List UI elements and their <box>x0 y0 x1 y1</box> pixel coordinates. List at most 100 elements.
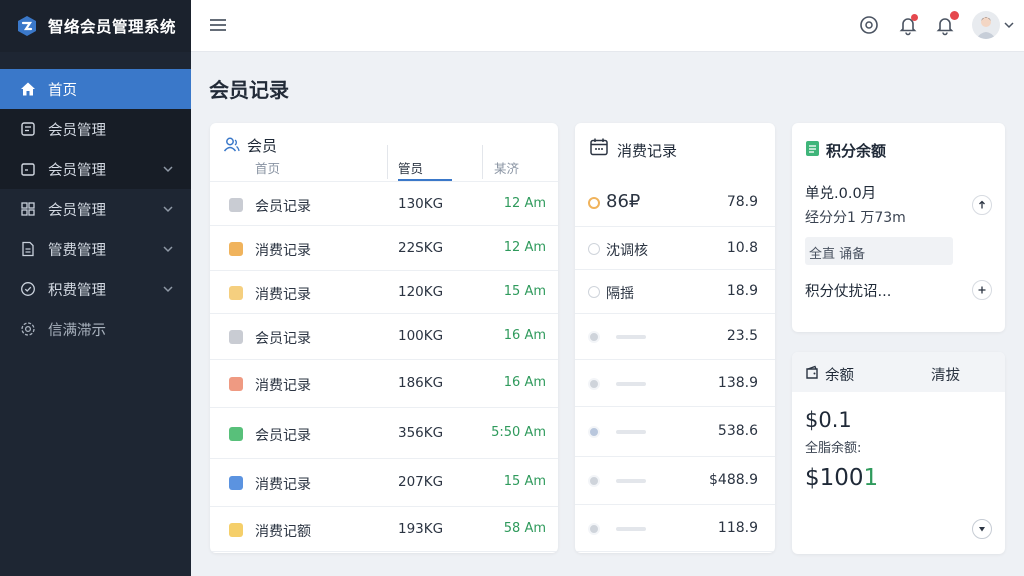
consumption-card: 消费记录 86₽ 78.9 沈调核 10.8 隔揺 18.9 23.5 138.9 538.6 $… <box>575 123 775 553</box>
list-item[interactable]: 538.6 <box>575 406 775 456</box>
balance-card: 余额 清拔 $0.1 全脂余额: $1001 <box>792 352 1005 554</box>
points-add-button[interactable] <box>972 280 992 300</box>
member-time: 58 Am <box>503 521 546 536</box>
radio-indicator[interactable] <box>588 426 600 438</box>
document-icon <box>19 241 36 258</box>
status-color-chip <box>229 523 243 537</box>
points-input[interactable]: 全直 诵备 <box>805 237 953 265</box>
balance-card-title: 余额 <box>825 368 854 384</box>
radio-indicator[interactable] <box>588 378 600 390</box>
radio-indicator[interactable] <box>588 523 600 535</box>
table-row[interactable]: 消费记额 193KG 58 Am <box>210 506 558 551</box>
list-item[interactable]: 23.5 <box>575 313 775 359</box>
sidebar-item-label: 管费管理 <box>48 242 106 259</box>
radio-indicator[interactable] <box>588 286 600 298</box>
table-row[interactable]: 会员记录 100KG 16 Am <box>210 313 558 359</box>
calendar-icon <box>19 161 36 178</box>
balance-card-header: 余额 清拔 <box>792 352 1005 392</box>
sidebar-item-label: 会员管理 <box>48 122 106 139</box>
id-card-icon <box>19 121 36 138</box>
placeholder-bar <box>616 335 646 339</box>
sidebar-item-member-management-3[interactable]: 会员管理 <box>0 189 191 229</box>
table-row[interactable]: 会员记录 356KG 5:50 Am <box>210 407 558 458</box>
sidebar-item-member-management[interactable]: 会员管理 <box>0 109 191 149</box>
radio-indicator[interactable] <box>588 243 600 255</box>
avatar[interactable] <box>972 11 1000 39</box>
members-card-header: 会员 首页 管员 某济 <box>210 123 558 181</box>
column-header[interactable]: 首页 <box>255 158 280 177</box>
hamburger-menu-icon[interactable] <box>209 16 227 34</box>
radio-indicator[interactable] <box>588 197 600 209</box>
list-item[interactable]: 138.9 <box>575 359 775 406</box>
sidebar-item-member-management-2[interactable]: 会员管理 <box>0 149 191 189</box>
sidebar-item-label: 会员管理 <box>48 202 106 219</box>
chevron-down-icon <box>163 166 173 173</box>
table-row[interactable]: 消费记录 207KG 15 Am <box>210 458 558 506</box>
status-color-chip <box>229 427 243 441</box>
status-color-chip <box>229 476 243 490</box>
members-card: 会员 首页 管员 某济 会员记录 130KG 12 Am 消费记录 22SKG 12 Am… <box>210 123 558 553</box>
alert-badge <box>950 11 959 20</box>
member-time: 12 Am <box>503 196 546 211</box>
member-grid-icon <box>19 201 36 218</box>
list-item[interactable]: 118.9 <box>575 504 775 551</box>
consumption-amount: 10.8 <box>726 240 758 256</box>
chevron-down-icon <box>163 206 173 213</box>
list-item[interactable]: 隔揺 18.9 <box>575 269 775 313</box>
points-card: 积分余额 单兑.0.0月 经分分1 万73m 全直 诵备 积分仗扰诏... <box>792 123 1005 332</box>
member-weight: 120KG <box>398 284 444 300</box>
table-row[interactable]: 消费记录 186KG 16 Am <box>210 359 558 407</box>
list-item[interactable]: 33.0 <box>575 551 775 553</box>
list-item[interactable]: $488.9 <box>575 456 775 504</box>
user-icon <box>223 137 240 152</box>
points-total-text: 经分分1 万73m <box>805 210 906 226</box>
brand[interactable]: 智络会员管理系统 <box>0 0 191 52</box>
consumption-label: 沈调核 <box>606 243 648 259</box>
member-weight: 193KG <box>398 521 444 537</box>
member-time: 5:50 Am <box>491 425 546 440</box>
points-exchange-text: 单兑.0.0月 <box>805 186 877 202</box>
wallet-icon <box>806 365 818 379</box>
column-header[interactable]: 某济 <box>494 158 519 177</box>
member-weight: 186KG <box>398 375 444 391</box>
consumption-amount: 138.9 <box>717 375 758 391</box>
radio-indicator[interactable] <box>588 331 600 343</box>
table-row[interactable]: 消费记录 22SKG 12 Am <box>210 225 558 270</box>
balance-label: 全脂余额: <box>805 441 862 456</box>
member-weight: 207KG <box>398 474 444 490</box>
member-weight: 130KG <box>398 196 444 212</box>
total-balance-value: $1001 <box>805 465 878 491</box>
table-row[interactable]: 消费记录 120KG 15 Am <box>210 270 558 313</box>
balance-value: $0.1 <box>805 408 852 432</box>
members-card-title: 会员 <box>247 137 278 155</box>
table-row[interactable]: 会员记录 130KG 12 Am <box>210 181 558 227</box>
sidebar-item-settings[interactable]: 信满滞示 <box>0 309 191 349</box>
notification-badge <box>911 14 918 21</box>
column-header[interactable]: 管员 <box>398 158 423 177</box>
chevron-down-icon <box>163 246 173 253</box>
sidebar-item-fee-management[interactable]: 管费管理 <box>0 229 191 269</box>
member-time: 16 Am <box>503 375 546 390</box>
radio-indicator[interactable] <box>588 475 600 487</box>
sidebar-item-points-management[interactable]: 积费管理 <box>0 269 191 309</box>
consumption-amount: 23.5 <box>726 328 758 344</box>
member-time: 16 Am <box>503 328 546 343</box>
chevron-down-icon[interactable] <box>1003 19 1015 31</box>
logo-icon <box>18 16 36 36</box>
home-icon <box>19 81 36 98</box>
triangle-down-icon <box>979 527 985 532</box>
consumption-label: 86₽ <box>606 191 641 212</box>
balance-action-link[interactable]: 清拔 <box>931 364 960 385</box>
list-item[interactable]: 86₽ 78.9 <box>575 180 775 226</box>
help-icon[interactable] <box>858 14 880 36</box>
placeholder-bar <box>616 527 646 531</box>
points-note-text: 积分仗扰诏... <box>805 284 892 300</box>
balance-dropdown-button[interactable] <box>972 519 992 539</box>
member-time: 15 Am <box>503 474 546 489</box>
member-name: 消费记额 <box>255 524 311 540</box>
list-item[interactable]: 沈调核 10.8 <box>575 226 775 269</box>
sidebar-item-home[interactable]: 首页 <box>0 69 191 109</box>
member-weight: 22SKG <box>398 240 444 256</box>
points-expand-button[interactable] <box>972 195 992 215</box>
table-row[interactable]: 消费记录189KG16 Am <box>210 551 558 553</box>
